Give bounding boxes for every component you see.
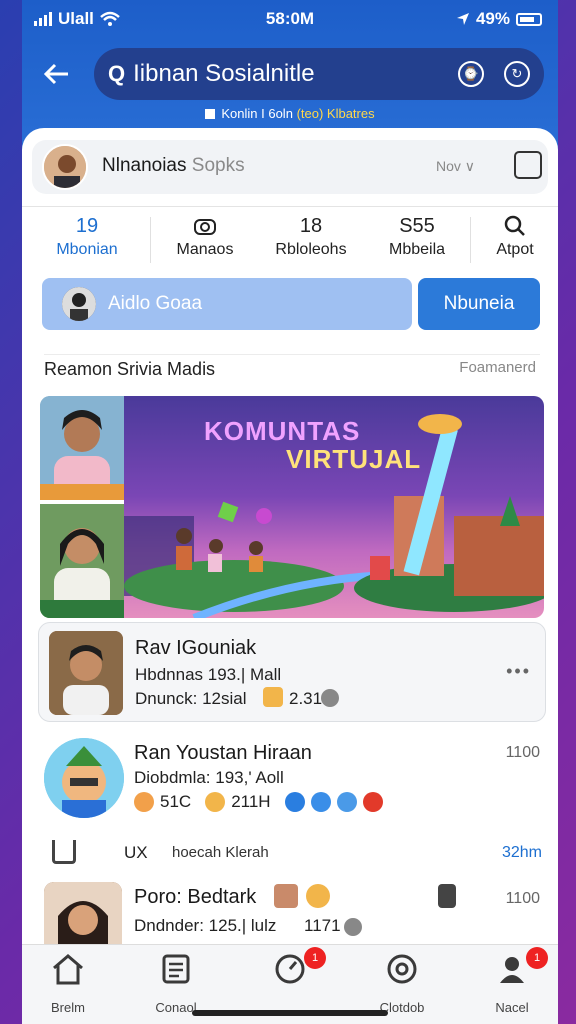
repost-row[interactable]: UX hoecah Klerah 32hm <box>52 840 542 868</box>
person-icon <box>438 884 456 908</box>
repost-text: hoecah Klerah <box>172 844 269 861</box>
post-card[interactable]: Poro: Bedtark 1100 Dndnder: 125.| lulz 1… <box>38 880 546 960</box>
divider <box>150 217 151 263</box>
more-options-icon[interactable]: ••• <box>506 661 531 682</box>
refresh-icon[interactable]: ↻ <box>504 61 530 87</box>
reaction-count: 2.31 <box>289 689 323 708</box>
post-meta: Diobdmla: 193,' Aoll <box>134 768 284 787</box>
section-more-link[interactable]: Foamanerd <box>459 359 536 376</box>
home-indicator <box>192 1010 388 1016</box>
post-meta: Hbdnnas 193.| Mall <box>135 665 282 684</box>
profile-row[interactable]: Nlnanoias Sopks Nov ∨ <box>32 140 548 194</box>
info-icon[interactable] <box>321 689 339 707</box>
minus-icon[interactable] <box>362 792 383 812</box>
check-icon[interactable] <box>284 792 305 812</box>
repost-label: UX <box>124 843 148 862</box>
post-meta-secondary: Dnunck: 12sial <box>135 689 247 708</box>
participant-thumbnail[interactable] <box>40 504 124 618</box>
post-meta: Dndnder: 125.| lulz <box>134 916 277 935</box>
list-icon <box>162 954 190 984</box>
search-icon <box>504 215 525 236</box>
reaction-count: 51C <box>160 792 192 811</box>
post-card[interactable]: Ran Youstan Hiraan 1100 Diobdmla: 193,' … <box>38 734 546 824</box>
notification-badge: 1 <box>304 947 326 969</box>
post-author[interactable]: Ran Youstan Hiraan <box>134 742 312 765</box>
participant-thumbnail[interactable] <box>40 396 124 500</box>
post-author[interactable]: Rav IGouniak <box>135 637 256 660</box>
person-icon <box>500 957 524 983</box>
smile-reaction-icon[interactable] <box>134 792 154 812</box>
stats-bar: 19 Mbonian Manaos 18 Rbloleohs S55 Mbbeila … <box>22 206 558 272</box>
post-author[interactable]: Poro: Bedtark <box>134 886 256 909</box>
subline-highlight: (teo) Klbatres <box>296 106 375 121</box>
emoji-icon <box>306 884 330 908</box>
avatar[interactable] <box>49 631 123 715</box>
period-dropdown[interactable]: Nov ∨ <box>436 158 475 175</box>
nav-contacts[interactable]: Conaol <box>126 953 226 1015</box>
nav-profile[interactable]: 1 Nacel <box>462 947 558 1015</box>
header-subline: Konlin I 6oln (teo) Klbatres <box>22 106 558 121</box>
compass-icon <box>275 954 305 984</box>
compose-icon[interactable] <box>514 151 542 179</box>
status-right: 49% <box>456 9 542 29</box>
community-illustration: KOMUNTAS VIRTUJAL <box>124 396 544 618</box>
home-icon <box>53 954 83 985</box>
join-group-label: Aidlo Goaa <box>108 293 203 314</box>
nav-settings[interactable]: Clotdob <box>352 953 452 1015</box>
stat-photos[interactable]: Manaos <box>152 215 258 259</box>
phone-screen: Ulall 58:0M 49% Q Iibnan Sosialnitle ⌚ ↻… <box>22 0 558 1024</box>
stat-followers[interactable]: 18 Rbloleohs <box>258 215 364 259</box>
gift-icon <box>263 687 283 707</box>
repost-time: 32hm <box>501 844 542 861</box>
chart-icon[interactable] <box>336 792 357 812</box>
avatar[interactable] <box>42 144 88 190</box>
battery-icon <box>516 12 542 26</box>
featured-banner[interactable]: KOMUNTAS VIRTUJAL <box>40 396 544 618</box>
stat-members[interactable]: 19 Mbonian <box>34 215 140 259</box>
post-card[interactable]: Rav IGouniak Hbdnnas 193.| Mall Dnunck: … <box>38 622 546 722</box>
clock-icon[interactable]: ⌚ <box>458 61 484 87</box>
avatar <box>62 287 96 321</box>
post-count: 1100 <box>505 890 540 907</box>
reaction-count: 211H <box>231 792 271 811</box>
camera-icon <box>194 219 216 235</box>
notification-badge: 1 <box>526 947 548 969</box>
status-bar: Ulall 58:0M 49% <box>22 0 558 36</box>
join-group-button[interactable]: Aidlo Goaa <box>42 278 412 330</box>
house-icon <box>52 840 76 864</box>
profile-name: Nlnanoias Sopks <box>102 155 245 176</box>
info-icon[interactable] <box>344 918 362 936</box>
search-icon: Q <box>108 61 126 86</box>
subline-main: Konlin I 6oln <box>221 106 293 121</box>
follow-button[interactable]: Nbuneia <box>418 278 540 330</box>
banner-title-line1: KOMUNTAS <box>204 416 361 446</box>
stat-media[interactable]: S55 Mbbeila <box>364 215 470 259</box>
reaction-count: 1171 <box>304 916 341 935</box>
battery-percent: 49% <box>475 9 510 28</box>
nav-explore[interactable]: 1 <box>240 947 340 1000</box>
banner-title-line2: VIRTUJAL <box>286 444 422 474</box>
settings-icon <box>387 954 417 984</box>
stat-search[interactable]: Atpot <box>462 215 558 259</box>
square-icon <box>205 109 216 119</box>
search-bar[interactable]: Q Iibnan Sosialnitle ⌚ ↻ <box>94 48 544 100</box>
location-icon <box>456 13 469 25</box>
section-header: Reamon Srivia Madis Foamanerd <box>44 354 540 380</box>
search-title: Iibnan Sosialnitle <box>133 60 315 87</box>
back-arrow-icon <box>43 63 68 85</box>
avatar[interactable] <box>44 738 124 818</box>
laugh-reaction-icon[interactable] <box>205 792 226 812</box>
tag-icon[interactable] <box>310 792 331 812</box>
back-button[interactable] <box>38 56 74 92</box>
post-count: 1100 <box>505 744 540 761</box>
avatar-small-icon <box>274 884 298 908</box>
reactions-row: 51C 211H <box>134 792 383 812</box>
nav-home[interactable]: Brelm <box>22 953 118 1015</box>
